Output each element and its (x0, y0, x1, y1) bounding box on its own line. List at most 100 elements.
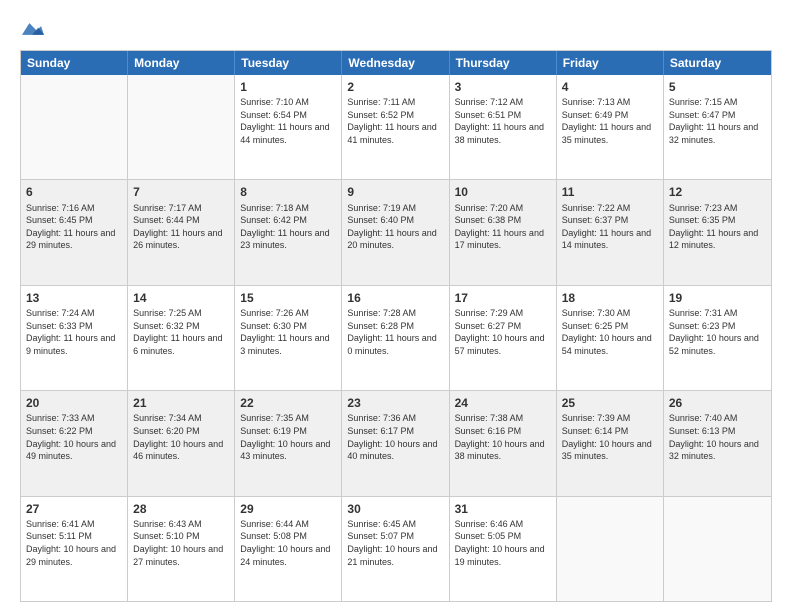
cal-cell-3-5: 25Sunrise: 7:39 AM Sunset: 6:14 PM Dayli… (557, 391, 664, 495)
cal-cell-1-3: 9Sunrise: 7:19 AM Sunset: 6:40 PM Daylig… (342, 180, 449, 284)
cell-content: Sunrise: 7:39 AM Sunset: 6:14 PM Dayligh… (562, 412, 658, 462)
cell-content: Sunrise: 7:13 AM Sunset: 6:49 PM Dayligh… (562, 96, 658, 146)
day-number: 28 (133, 501, 229, 517)
cell-content: Sunrise: 7:25 AM Sunset: 6:32 PM Dayligh… (133, 307, 229, 357)
page: SundayMondayTuesdayWednesdayThursdayFrid… (0, 0, 792, 612)
cal-cell-3-1: 21Sunrise: 7:34 AM Sunset: 6:20 PM Dayli… (128, 391, 235, 495)
cal-cell-0-0 (21, 75, 128, 179)
cal-cell-0-6: 5Sunrise: 7:15 AM Sunset: 6:47 PM Daylig… (664, 75, 771, 179)
cal-cell-1-0: 6Sunrise: 7:16 AM Sunset: 6:45 PM Daylig… (21, 180, 128, 284)
cal-cell-0-1 (128, 75, 235, 179)
cell-content: Sunrise: 7:20 AM Sunset: 6:38 PM Dayligh… (455, 202, 551, 252)
calendar-body: 1Sunrise: 7:10 AM Sunset: 6:54 PM Daylig… (21, 75, 771, 601)
cal-cell-1-6: 12 Sunrise: 7:23 AM Sunset: 6:35 PM Dayli… (664, 180, 771, 284)
logo (20, 18, 44, 40)
day-number: 5 (669, 79, 766, 95)
cell-content: Sunrise: 7:36 AM Sunset: 6:17 PM Dayligh… (347, 412, 443, 462)
logo-text (20, 18, 44, 40)
cal-cell-1-4: 10 Sunrise: 7:20 AM Sunset: 6:38 PM Dayli… (450, 180, 557, 284)
cell-content: Sunrise: 7:18 AM Sunset: 6:42 PM Dayligh… (240, 202, 336, 252)
day-number: 29 (240, 501, 336, 517)
day-number: 3 (455, 79, 551, 95)
day-number: 27 (26, 501, 122, 517)
cell-content: Sunrise: 7:30 AM Sunset: 6:25 PM Dayligh… (562, 307, 658, 357)
cal-cell-2-2: 15Sunrise: 7:26 AM Sunset: 6:30 PM Dayli… (235, 286, 342, 390)
cell-content: Sunrise: 7:12 AM Sunset: 6:51 PM Dayligh… (455, 96, 551, 146)
cal-cell-4-6 (664, 497, 771, 601)
weekday-header-wednesday: Wednesday (342, 51, 449, 75)
day-number: 25 (562, 395, 658, 411)
calendar: SundayMondayTuesdayWednesdayThursdayFrid… (20, 50, 772, 602)
day-number: 18 (562, 290, 658, 306)
day-number: 8 (240, 184, 336, 200)
cal-cell-1-1: 7 Sunrise: 7:17 AM Sunset: 6:44 PM Daylig… (128, 180, 235, 284)
cell-content: Sunrise: 7:23 AM Sunset: 6:35 PM Dayligh… (669, 202, 766, 252)
cal-cell-2-0: 13Sunrise: 7:24 AM Sunset: 6:33 PM Dayli… (21, 286, 128, 390)
day-number: 15 (240, 290, 336, 306)
weekday-header-tuesday: Tuesday (235, 51, 342, 75)
day-number: 11 (562, 184, 658, 200)
cell-content: Sunrise: 7:38 AM Sunset: 6:16 PM Dayligh… (455, 412, 551, 462)
cal-cell-1-2: 8 Sunrise: 7:18 AM Sunset: 6:42 PM Daylig… (235, 180, 342, 284)
cell-content: Sunrise: 7:22 AM Sunset: 6:37 PM Dayligh… (562, 202, 658, 252)
calendar-header: SundayMondayTuesdayWednesdayThursdayFrid… (21, 51, 771, 75)
day-number: 4 (562, 79, 658, 95)
cell-content: Sunrise: 6:44 AM Sunset: 5:08 PM Dayligh… (240, 518, 336, 568)
weekday-header-thursday: Thursday (450, 51, 557, 75)
day-number: 23 (347, 395, 443, 411)
cal-cell-2-1: 14Sunrise: 7:25 AM Sunset: 6:32 PM Dayli… (128, 286, 235, 390)
calendar-row-0: 1Sunrise: 7:10 AM Sunset: 6:54 PM Daylig… (21, 75, 771, 179)
cal-cell-4-1: 28Sunrise: 6:43 AM Sunset: 5:10 PM Dayli… (128, 497, 235, 601)
cal-cell-0-4: 3Sunrise: 7:12 AM Sunset: 6:51 PM Daylig… (450, 75, 557, 179)
cal-cell-3-6: 26Sunrise: 7:40 AM Sunset: 6:13 PM Dayli… (664, 391, 771, 495)
cell-content: Sunrise: 6:41 AM Sunset: 5:11 PM Dayligh… (26, 518, 122, 568)
day-number: 10 (455, 184, 551, 200)
cal-cell-4-4: 31Sunrise: 6:46 AM Sunset: 5:05 PM Dayli… (450, 497, 557, 601)
cell-content: Sunrise: 7:19 AM Sunset: 6:40 PM Dayligh… (347, 202, 443, 252)
weekday-header-monday: Monday (128, 51, 235, 75)
cell-content: Sunrise: 7:34 AM Sunset: 6:20 PM Dayligh… (133, 412, 229, 462)
cell-content: Sunrise: 7:40 AM Sunset: 6:13 PM Dayligh… (669, 412, 766, 462)
day-number: 21 (133, 395, 229, 411)
cal-cell-2-3: 16Sunrise: 7:28 AM Sunset: 6:28 PM Dayli… (342, 286, 449, 390)
cal-cell-4-0: 27Sunrise: 6:41 AM Sunset: 5:11 PM Dayli… (21, 497, 128, 601)
cell-content: Sunrise: 7:10 AM Sunset: 6:54 PM Dayligh… (240, 96, 336, 146)
logo-icon (22, 18, 44, 40)
cell-content: Sunrise: 6:43 AM Sunset: 5:10 PM Dayligh… (133, 518, 229, 568)
cell-content: Sunrise: 7:29 AM Sunset: 6:27 PM Dayligh… (455, 307, 551, 357)
cal-cell-4-5 (557, 497, 664, 601)
weekday-header-saturday: Saturday (664, 51, 771, 75)
cal-cell-4-2: 29Sunrise: 6:44 AM Sunset: 5:08 PM Dayli… (235, 497, 342, 601)
cell-content: Sunrise: 7:33 AM Sunset: 6:22 PM Dayligh… (26, 412, 122, 462)
cell-content: Sunrise: 7:17 AM Sunset: 6:44 PM Dayligh… (133, 202, 229, 252)
day-number: 20 (26, 395, 122, 411)
cal-cell-1-5: 11 Sunrise: 7:22 AM Sunset: 6:37 PM Dayli… (557, 180, 664, 284)
day-number: 7 (133, 184, 229, 200)
cell-content: Sunrise: 7:35 AM Sunset: 6:19 PM Dayligh… (240, 412, 336, 462)
cal-cell-3-4: 24Sunrise: 7:38 AM Sunset: 6:16 PM Dayli… (450, 391, 557, 495)
calendar-row-4: 27Sunrise: 6:41 AM Sunset: 5:11 PM Dayli… (21, 496, 771, 601)
day-number: 19 (669, 290, 766, 306)
cal-cell-2-6: 19Sunrise: 7:31 AM Sunset: 6:23 PM Dayli… (664, 286, 771, 390)
cal-cell-3-2: 22Sunrise: 7:35 AM Sunset: 6:19 PM Dayli… (235, 391, 342, 495)
cal-cell-0-2: 1Sunrise: 7:10 AM Sunset: 6:54 PM Daylig… (235, 75, 342, 179)
cal-cell-2-5: 18Sunrise: 7:30 AM Sunset: 6:25 PM Dayli… (557, 286, 664, 390)
header (20, 18, 772, 40)
cal-cell-4-3: 30Sunrise: 6:45 AM Sunset: 5:07 PM Dayli… (342, 497, 449, 601)
weekday-header-friday: Friday (557, 51, 664, 75)
day-number: 17 (455, 290, 551, 306)
calendar-row-1: 6Sunrise: 7:16 AM Sunset: 6:45 PM Daylig… (21, 179, 771, 284)
day-number: 30 (347, 501, 443, 517)
cell-content: Sunrise: 7:28 AM Sunset: 6:28 PM Dayligh… (347, 307, 443, 357)
day-number: 31 (455, 501, 551, 517)
cal-cell-3-0: 20Sunrise: 7:33 AM Sunset: 6:22 PM Dayli… (21, 391, 128, 495)
cell-content: Sunrise: 7:31 AM Sunset: 6:23 PM Dayligh… (669, 307, 766, 357)
calendar-row-2: 13Sunrise: 7:24 AM Sunset: 6:33 PM Dayli… (21, 285, 771, 390)
cell-content: Sunrise: 7:11 AM Sunset: 6:52 PM Dayligh… (347, 96, 443, 146)
day-number: 12 (669, 184, 766, 200)
cal-cell-2-4: 17Sunrise: 7:29 AM Sunset: 6:27 PM Dayli… (450, 286, 557, 390)
weekday-header-sunday: Sunday (21, 51, 128, 75)
day-number: 1 (240, 79, 336, 95)
cell-content: Sunrise: 7:15 AM Sunset: 6:47 PM Dayligh… (669, 96, 766, 146)
day-number: 26 (669, 395, 766, 411)
